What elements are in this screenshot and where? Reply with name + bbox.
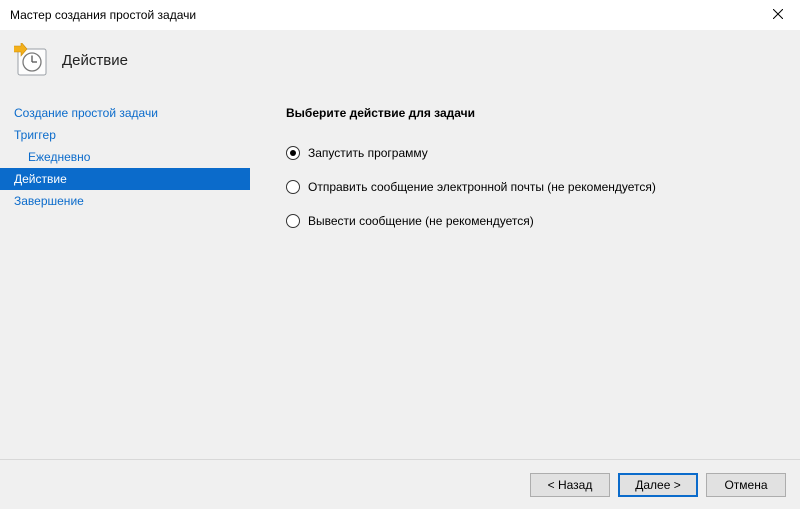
back-button[interactable]: < Назад [530,473,610,497]
action-option-label: Вывести сообщение (не рекомендуется) [308,214,534,228]
wizard-footer: < Назад Далее > Отмена [0,459,800,509]
radio-icon [286,146,300,160]
sidebar-step[interactable]: Создание простой задачи [0,102,250,124]
action-option[interactable]: Запустить программу [286,146,780,160]
main-heading: Выберите действие для задачи [286,106,780,120]
radio-icon [286,180,300,194]
titlebar: Мастер создания простой задачи [0,0,800,30]
window-title: Мастер создания простой задачи [10,8,790,22]
sidebar-step[interactable]: Ежедневно [0,146,250,168]
sidebar-step-label: Ежедневно [28,150,90,164]
main-panel: Выберите действие для задачи Запустить п… [250,90,800,459]
wizard-content: Создание простой задачи Триггер Ежедневно Д… [0,90,800,459]
sidebar-step[interactable]: Завершение [0,190,250,212]
next-button[interactable]: Далее > [618,473,698,497]
page-title: Действие [62,52,128,69]
sidebar-step[interactable]: Действие [0,168,250,190]
action-option-label: Запустить программу [308,146,428,160]
action-option[interactable]: Отправить сообщение электронной почты (н… [286,180,780,194]
clock-new-icon [14,43,48,77]
steps-sidebar: Создание простой задачи Триггер Ежедневно Д… [0,90,250,459]
close-button[interactable] [755,0,800,28]
sidebar-step-label: Создание простой задачи [14,106,158,120]
radio-icon [286,214,300,228]
action-option-label: Отправить сообщение электронной почты (н… [308,180,656,194]
sidebar-step-label: Действие [14,172,67,186]
wizard-header: Действие [0,30,800,90]
sidebar-step-label: Завершение [14,194,84,208]
action-option[interactable]: Вывести сообщение (не рекомендуется) [286,214,780,228]
close-icon [773,9,783,19]
sidebar-step-label: Триггер [14,128,56,142]
sidebar-step[interactable]: Триггер [0,124,250,146]
cancel-button[interactable]: Отмена [706,473,786,497]
